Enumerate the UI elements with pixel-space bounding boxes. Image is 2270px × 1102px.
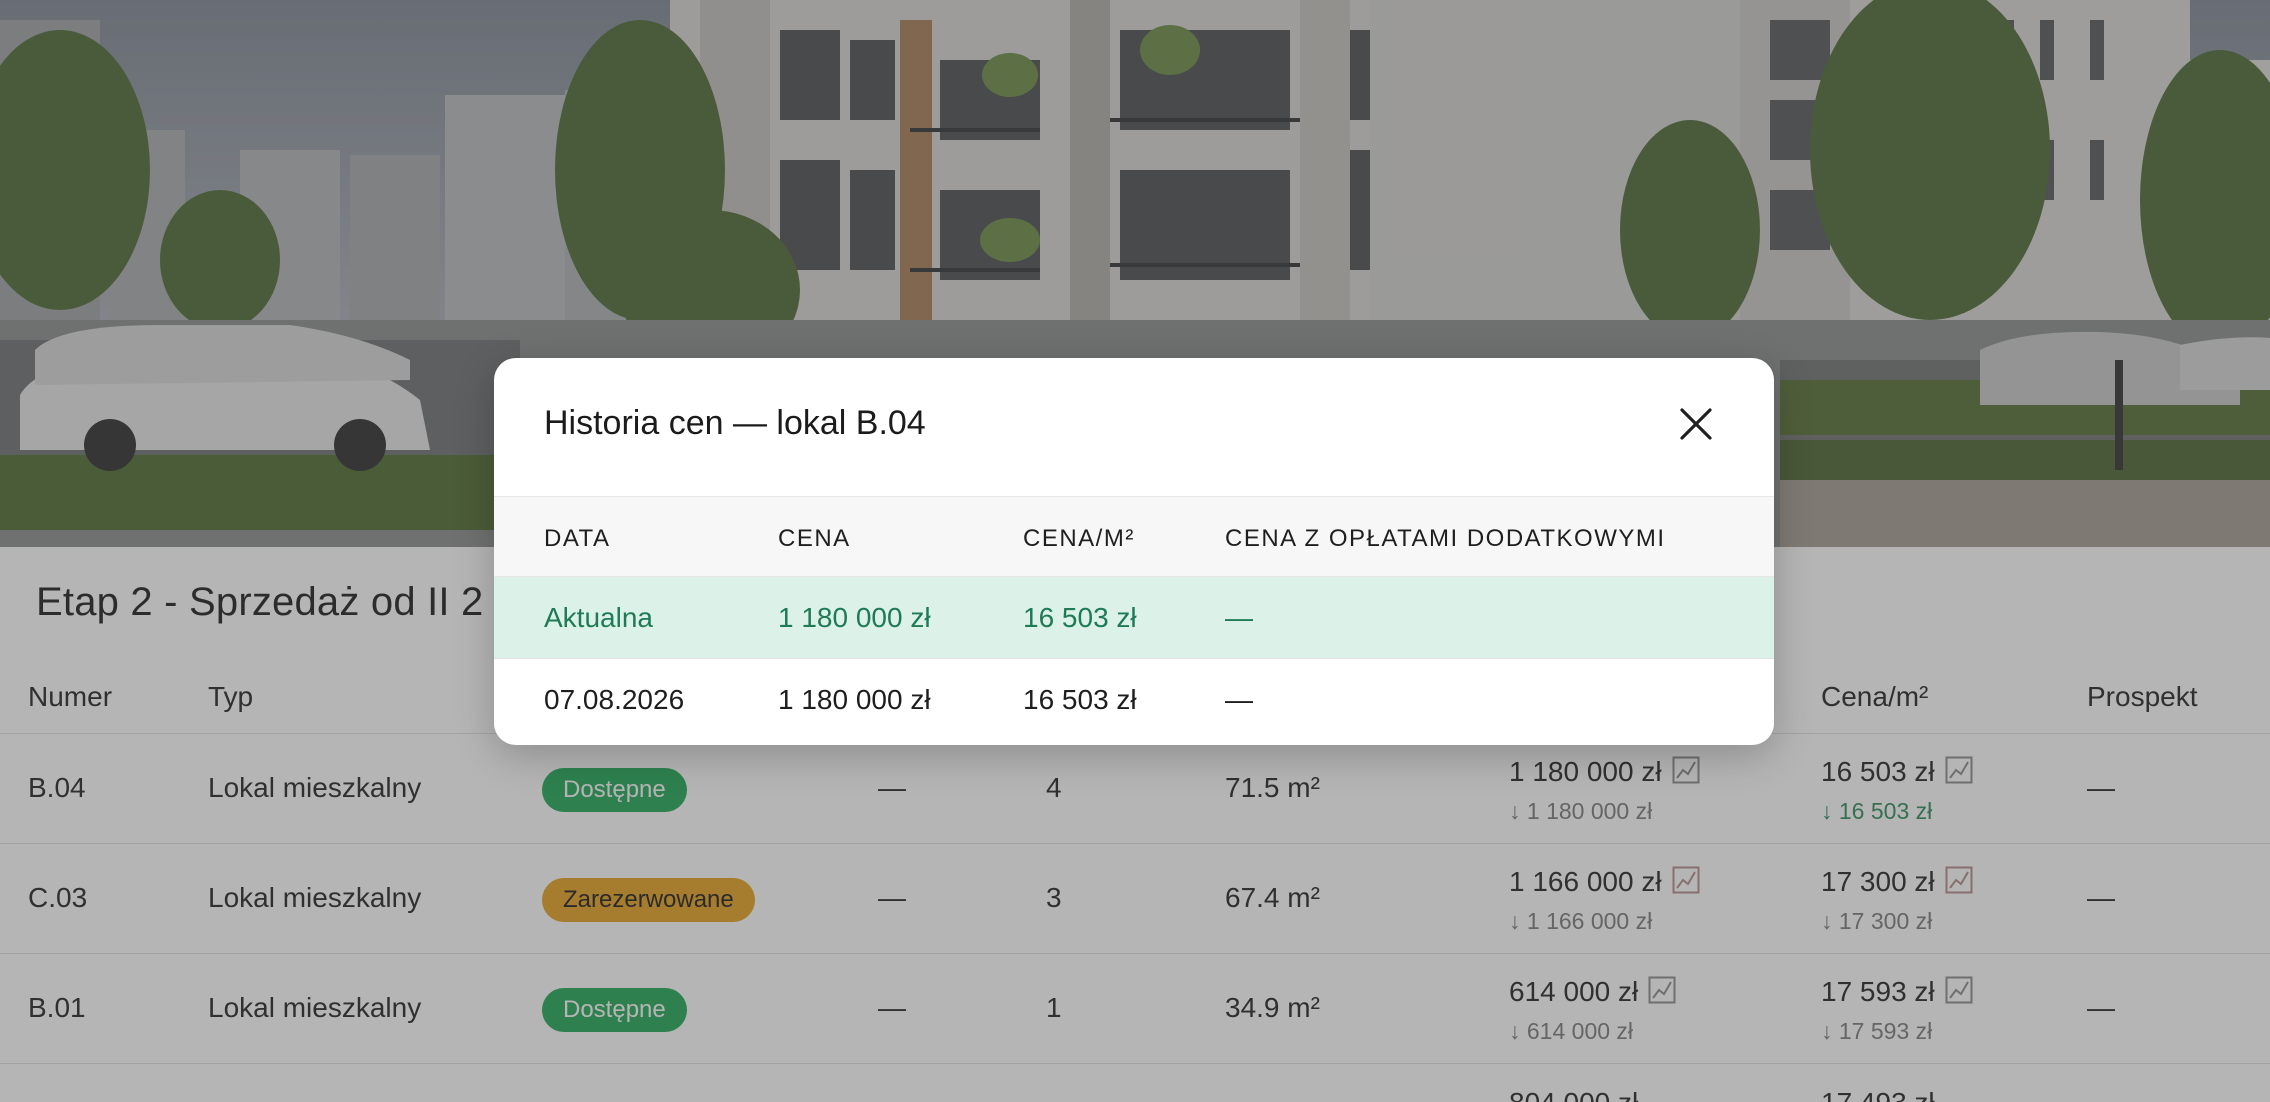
history-price-extra: — (1225, 602, 1253, 633)
modal-title: Historia cen — lokal B.04 (544, 404, 926, 442)
history-date: 07.08.2026 (544, 684, 685, 715)
column-cena-m2: CENA/M² (1023, 525, 1135, 552)
column-cena-dodatkowe: CENA Z OPŁATAMI DODATKOWYMI (1225, 525, 1666, 552)
history-row-current: Aktualna 1 180 000 zł 16 503 zł — (494, 577, 1774, 659)
column-cena: CENA (778, 525, 851, 552)
history-price-m2: 16 503 zł (1023, 684, 1137, 715)
history-price-extra: — (1225, 684, 1253, 715)
history-price: 1 180 000 zł (778, 684, 931, 715)
close-icon[interactable] (1674, 402, 1718, 446)
price-history-modal: Historia cen — lokal B.04 DATA CENA CENA… (494, 358, 1774, 745)
close-button[interactable] (1674, 402, 1718, 446)
history-date: Aktualna (544, 602, 653, 633)
history-price: 1 180 000 zł (778, 602, 931, 633)
history-price-m2: 16 503 zł (1023, 602, 1137, 633)
history-table-header: DATA CENA CENA/M² CENA Z OPŁATAMI DODATK… (494, 496, 1774, 577)
column-data: DATA (544, 525, 611, 552)
history-row: 07.08.2026 1 180 000 zł 16 503 zł — (494, 659, 1774, 741)
